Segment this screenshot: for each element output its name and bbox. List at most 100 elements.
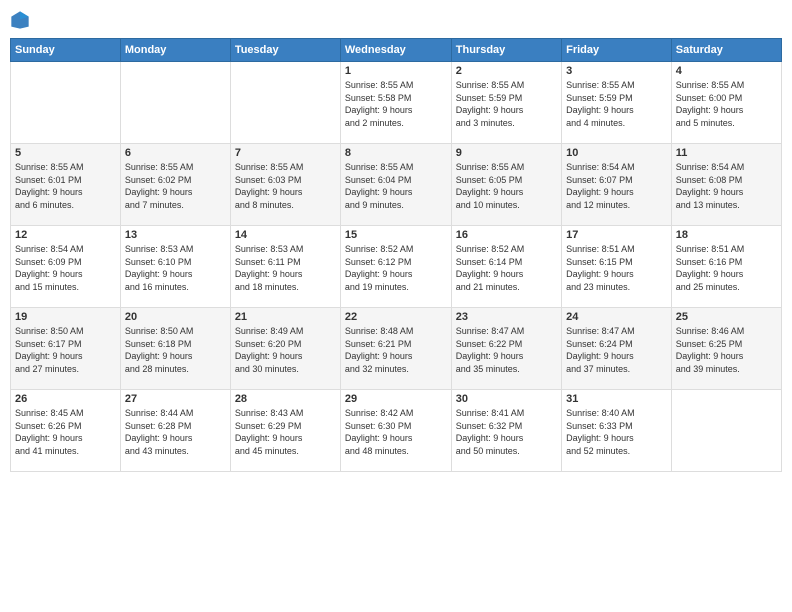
day-number: 10 — [566, 147, 667, 159]
weekday-header-saturday: Saturday — [671, 39, 781, 62]
calendar-cell: 27 Sunrise: 8:44 AM Sunset: 6:28 PM Dayli… — [120, 390, 230, 472]
calendar-cell — [11, 62, 121, 144]
calendar-cell: 28 Sunrise: 8:43 AM Sunset: 6:29 PM Dayli… — [230, 390, 340, 472]
day-number: 5 — [15, 147, 116, 159]
week-row-5: 26Sunrise: 8:45 AM Sunset: 6:26 PM Dayli… — [11, 390, 782, 472]
day-number: 15 — [345, 229, 447, 241]
calendar-cell: 1 Sunrise: 8:55 AM Sunset: 5:58 PM Daylig… — [340, 62, 451, 144]
calendar-cell: 10 Sunrise: 8:54 AM Sunset: 6:07 PM Dayli… — [562, 144, 672, 226]
day-info: Sunrise: 8:55 AM Sunset: 5:59 PM Dayligh… — [456, 79, 557, 129]
calendar-cell: 20Sunrise: 8:50 AM Sunset: 6:18 PM Dayli… — [120, 308, 230, 390]
weekday-header-thursday: Thursday — [451, 39, 561, 62]
day-number: 28 — [235, 393, 336, 405]
day-number: 27 — [125, 393, 226, 405]
day-info: Sunrise: 8:49 AM Sunset: 6:20 PM Dayligh… — [235, 325, 336, 375]
calendar-cell: 9Sunrise: 8:55 AM Sunset: 6:05 PM Daylig… — [451, 144, 561, 226]
day-number: 21 — [235, 311, 336, 323]
calendar-cell: 14 Sunrise: 8:53 AM Sunset: 6:11 PM Dayli… — [230, 226, 340, 308]
logo-icon — [10, 10, 30, 30]
day-info: Sunrise: 8:52 AM Sunset: 6:12 PM Dayligh… — [345, 243, 447, 293]
day-info: Sunrise: 8:53 AM Sunset: 6:11 PM Dayligh… — [235, 243, 336, 293]
day-number: 24 — [566, 311, 667, 323]
day-number: 7 — [235, 147, 336, 159]
day-number: 30 — [456, 393, 557, 405]
day-info: Sunrise: 8:55 AM Sunset: 5:58 PM Dayligh… — [345, 79, 447, 129]
calendar-cell: 13Sunrise: 8:53 AM Sunset: 6:10 PM Dayli… — [120, 226, 230, 308]
day-number: 13 — [125, 229, 226, 241]
calendar-cell: 22Sunrise: 8:48 AM Sunset: 6:21 PM Dayli… — [340, 308, 451, 390]
calendar-cell: 17 Sunrise: 8:51 AM Sunset: 6:15 PM Dayli… — [562, 226, 672, 308]
day-info: Sunrise: 8:47 AM Sunset: 6:22 PM Dayligh… — [456, 325, 557, 375]
day-info: Sunrise: 8:51 AM Sunset: 6:16 PM Dayligh… — [676, 243, 777, 293]
day-info: Sunrise: 8:45 AM Sunset: 6:26 PM Dayligh… — [15, 407, 116, 457]
calendar-cell: 12 Sunrise: 8:54 AM Sunset: 6:09 PM Dayli… — [11, 226, 121, 308]
day-number: 17 — [566, 229, 667, 241]
calendar-cell: 29 Sunrise: 8:42 AM Sunset: 6:30 PM Dayli… — [340, 390, 451, 472]
day-number: 16 — [456, 229, 557, 241]
calendar-cell — [230, 62, 340, 144]
calendar-cell: 26Sunrise: 8:45 AM Sunset: 6:26 PM Dayli… — [11, 390, 121, 472]
weekday-header-row: SundayMondayTuesdayWednesdayThursdayFrid… — [11, 39, 782, 62]
calendar-cell: 24 Sunrise: 8:47 AM Sunset: 6:24 PM Dayli… — [562, 308, 672, 390]
day-info: Sunrise: 8:50 AM Sunset: 6:18 PM Dayligh… — [125, 325, 226, 375]
day-info: Sunrise: 8:44 AM Sunset: 6:28 PM Dayligh… — [125, 407, 226, 457]
day-info: Sunrise: 8:55 AM Sunset: 6:01 PM Dayligh… — [15, 161, 116, 211]
calendar-cell: 11 Sunrise: 8:54 AM Sunset: 6:08 PM Dayli… — [671, 144, 781, 226]
day-info: Sunrise: 8:54 AM Sunset: 6:07 PM Dayligh… — [566, 161, 667, 211]
day-number: 1 — [345, 65, 447, 77]
day-info: Sunrise: 8:54 AM Sunset: 6:08 PM Dayligh… — [676, 161, 777, 211]
page: SundayMondayTuesdayWednesdayThursdayFrid… — [0, 0, 792, 612]
day-number: 29 — [345, 393, 447, 405]
calendar-cell: 16 Sunrise: 8:52 AM Sunset: 6:14 PM Dayli… — [451, 226, 561, 308]
day-number: 11 — [676, 147, 777, 159]
week-row-3: 12 Sunrise: 8:54 AM Sunset: 6:09 PM Dayli… — [11, 226, 782, 308]
day-info: Sunrise: 8:55 AM Sunset: 5:59 PM Dayligh… — [566, 79, 667, 129]
day-info: Sunrise: 8:40 AM Sunset: 6:33 PM Dayligh… — [566, 407, 667, 457]
day-number: 8 — [345, 147, 447, 159]
calendar-cell: 19Sunrise: 8:50 AM Sunset: 6:17 PM Dayli… — [11, 308, 121, 390]
calendar-cell: 31 Sunrise: 8:40 AM Sunset: 6:33 PM Dayli… — [562, 390, 672, 472]
day-number: 6 — [125, 147, 226, 159]
week-row-4: 19Sunrise: 8:50 AM Sunset: 6:17 PM Dayli… — [11, 308, 782, 390]
day-number: 18 — [676, 229, 777, 241]
day-info: Sunrise: 8:46 AM Sunset: 6:25 PM Dayligh… — [676, 325, 777, 375]
weekday-header-wednesday: Wednesday — [340, 39, 451, 62]
day-info: Sunrise: 8:55 AM Sunset: 6:03 PM Dayligh… — [235, 161, 336, 211]
calendar-cell: 4 Sunrise: 8:55 AM Sunset: 6:00 PM Daylig… — [671, 62, 781, 144]
calendar-cell: 23Sunrise: 8:47 AM Sunset: 6:22 PM Dayli… — [451, 308, 561, 390]
day-number: 12 — [15, 229, 116, 241]
calendar-cell: 3 Sunrise: 8:55 AM Sunset: 5:59 PM Daylig… — [562, 62, 672, 144]
day-number: 31 — [566, 393, 667, 405]
weekday-header-monday: Monday — [120, 39, 230, 62]
day-number: 19 — [15, 311, 116, 323]
day-info: Sunrise: 8:51 AM Sunset: 6:15 PM Dayligh… — [566, 243, 667, 293]
day-number: 3 — [566, 65, 667, 77]
day-number: 14 — [235, 229, 336, 241]
calendar-cell: 5 Sunrise: 8:55 AM Sunset: 6:01 PM Daylig… — [11, 144, 121, 226]
calendar-cell: 21 Sunrise: 8:49 AM Sunset: 6:20 PM Dayli… — [230, 308, 340, 390]
week-row-1: 1 Sunrise: 8:55 AM Sunset: 5:58 PM Daylig… — [11, 62, 782, 144]
day-info: Sunrise: 8:55 AM Sunset: 6:05 PM Dayligh… — [456, 161, 557, 211]
weekday-header-sunday: Sunday — [11, 39, 121, 62]
day-info: Sunrise: 8:43 AM Sunset: 6:29 PM Dayligh… — [235, 407, 336, 457]
day-info: Sunrise: 8:41 AM Sunset: 6:32 PM Dayligh… — [456, 407, 557, 457]
weekday-header-friday: Friday — [562, 39, 672, 62]
calendar-cell: 2Sunrise: 8:55 AM Sunset: 5:59 PM Daylig… — [451, 62, 561, 144]
day-info: Sunrise: 8:54 AM Sunset: 6:09 PM Dayligh… — [15, 243, 116, 293]
day-info: Sunrise: 8:55 AM Sunset: 6:04 PM Dayligh… — [345, 161, 447, 211]
day-info: Sunrise: 8:47 AM Sunset: 6:24 PM Dayligh… — [566, 325, 667, 375]
day-info: Sunrise: 8:55 AM Sunset: 6:02 PM Dayligh… — [125, 161, 226, 211]
day-info: Sunrise: 8:48 AM Sunset: 6:21 PM Dayligh… — [345, 325, 447, 375]
week-row-2: 5 Sunrise: 8:55 AM Sunset: 6:01 PM Daylig… — [11, 144, 782, 226]
day-info: Sunrise: 8:42 AM Sunset: 6:30 PM Dayligh… — [345, 407, 447, 457]
calendar-cell: 7 Sunrise: 8:55 AM Sunset: 6:03 PM Daylig… — [230, 144, 340, 226]
calendar-cell — [671, 390, 781, 472]
weekday-header-tuesday: Tuesday — [230, 39, 340, 62]
day-info: Sunrise: 8:55 AM Sunset: 6:00 PM Dayligh… — [676, 79, 777, 129]
calendar-cell: 6 Sunrise: 8:55 AM Sunset: 6:02 PM Daylig… — [120, 144, 230, 226]
calendar-cell — [120, 62, 230, 144]
calendar-cell: 15 Sunrise: 8:52 AM Sunset: 6:12 PM Dayli… — [340, 226, 451, 308]
day-info: Sunrise: 8:52 AM Sunset: 6:14 PM Dayligh… — [456, 243, 557, 293]
calendar-cell: 30 Sunrise: 8:41 AM Sunset: 6:32 PM Dayli… — [451, 390, 561, 472]
day-number: 4 — [676, 65, 777, 77]
